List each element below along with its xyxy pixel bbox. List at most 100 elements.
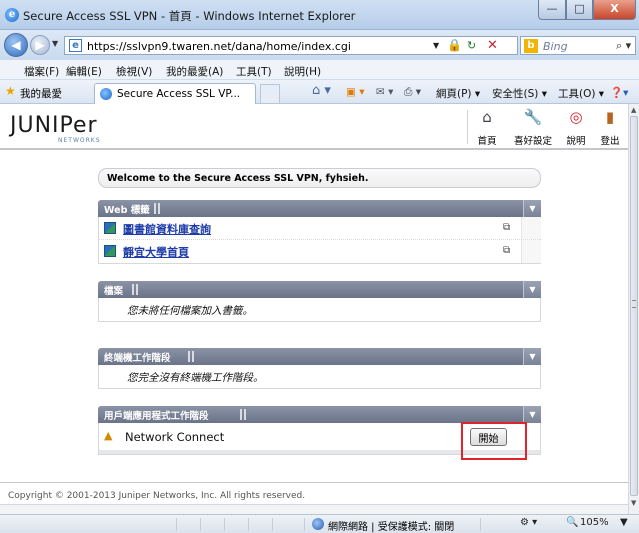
files-empty-text: 您未將任何檔案加入書籤。 <box>127 305 253 317</box>
bookmark-pu-homepage[interactable]: 靜宜大學首頁 <box>123 244 189 260</box>
status-cell <box>176 518 177 531</box>
stop-icon[interactable]: ✕ <box>487 38 498 53</box>
zoom-dropdown-icon[interactable]: ▼ <box>620 517 628 528</box>
zoom-level[interactable]: 105% <box>580 517 609 528</box>
compat-view-icon[interactable]: ⚙ ▾ <box>520 517 537 528</box>
home-link[interactable]: ⌂ 首頁 <box>474 108 500 147</box>
panel-handle-icon <box>240 409 246 420</box>
address-dropdown-icon[interactable]: ▼ <box>433 41 439 50</box>
mail-icon[interactable]: ✉ ▾ <box>376 86 393 98</box>
logout-link[interactable]: ▮ 登出 <box>596 108 624 147</box>
files-panel-body: 您未將任何檔案加入書籤。 <box>98 298 541 322</box>
web-panel-body: 圖書館資料庫查詢 ⧉ 靜宜大學首頁 ⧉ <box>98 217 541 264</box>
feeds-icon[interactable]: ▣ ▾ <box>346 86 365 98</box>
safety-menu[interactable]: 安全性(S) ▾ <box>492 86 547 101</box>
internet-zone-icon <box>312 518 324 530</box>
status-cell <box>480 518 481 531</box>
juniper-logo-sub: NETWORKS <box>58 137 101 144</box>
page-content: JUNIPer NETWORKS ⌂ 首頁 🔧 喜好設定 ◎ 說明 ▮ 登出 W… <box>0 104 628 504</box>
search-input[interactable]: Bing <box>543 40 568 53</box>
list-item: 您未將任何檔案加入書籤。 <box>99 298 540 321</box>
list-item: 靜宜大學首頁 ⧉ <box>99 240 541 263</box>
list-item: 圖書館資料庫查詢 ⧉ <box>99 217 541 240</box>
lock-icon[interactable]: 🔒 <box>447 39 462 52</box>
favorites-star-icon[interactable]: ★ <box>5 84 16 98</box>
client-apps-panel-header: 用戶端應用程式工作階段 ▼ <box>98 406 541 423</box>
terminal-panel-body: 您完全沒有終端機工作階段。 <box>98 365 541 389</box>
files-panel-dropdown[interactable]: ▼ <box>523 281 541 298</box>
browser-tab[interactable]: Secure Access SSL VP... <box>94 83 256 104</box>
close-button[interactable]: X <box>593 0 636 20</box>
print-icon[interactable]: ⎙ ▾ <box>404 86 421 99</box>
security-zone-text[interactable]: 網際網路 | 受保護模式: 關閉 <box>328 518 454 533</box>
network-connect-icon: ▲ <box>104 429 113 442</box>
preferences-link[interactable]: 🔧 喜好設定 <box>510 108 556 147</box>
status-cell <box>248 518 249 531</box>
forward-button[interactable]: ▶ <box>30 35 50 55</box>
ie-icon: e <box>5 8 19 22</box>
logout-door-icon: ▮ <box>605 108 615 126</box>
help-toolbar-icon[interactable]: ❓▾ <box>610 86 628 99</box>
terminal-sessions-panel: 終端機工作階段 ▼ 您完全沒有終端機工作階段。 <box>98 348 541 389</box>
scroll-up-icon[interactable]: ▲ <box>631 106 636 114</box>
page-menu[interactable]: 網頁(P) ▾ <box>436 86 480 101</box>
zoom-icon[interactable]: 🔍 <box>566 517 578 528</box>
search-box[interactable]: b Bing ⌕ ▾ <box>520 36 636 55</box>
home-icon: ⌂ <box>482 108 492 126</box>
refresh-icon[interactable]: ↻ <box>467 39 476 52</box>
url-text[interactable]: https://sslvpn9.twaren.net/dana/home/ind… <box>87 40 351 53</box>
juniper-logo: JUNIPer <box>10 113 98 138</box>
back-button[interactable]: ◀ <box>4 33 28 57</box>
menu-favorites[interactable]: 我的最愛(A) <box>166 64 223 79</box>
menu-file[interactable]: 檔案(F) <box>24 64 59 79</box>
help-label: 說明 <box>566 136 586 147</box>
menu-tools[interactable]: 工具(T) <box>236 64 272 79</box>
terminal-panel-dropdown[interactable]: ▼ <box>523 348 541 365</box>
terminal-panel-header: 終端機工作階段 ▼ <box>98 348 541 365</box>
favorites-bar: ★ 我的最愛 Secure Access SSL VP... ⌂ ▾ ▣ ▾ ✉… <box>0 80 639 104</box>
web-bookmarks-panel: Web 標籤 ▼ 圖書館資料庫查詢 ⧉ 靜宜大學首頁 ⧉ <box>98 200 541 264</box>
tools-menu[interactable]: 工具(O) ▾ <box>558 86 604 101</box>
scroll-grip-icon <box>632 300 636 308</box>
tab-ie-icon <box>100 88 112 100</box>
menu-view[interactable]: 檢視(V) <box>116 64 152 79</box>
vertical-scrollbar[interactable]: ▲ ▼ <box>628 104 639 514</box>
web-bookmark-icon <box>104 222 116 234</box>
client-apps-panel-title: 用戶端應用程式工作階段 <box>104 411 209 422</box>
logout-label: 登出 <box>600 136 620 147</box>
web-panel-dropdown[interactable]: ▼ <box>523 200 541 217</box>
welcome-banner: Welcome to the Secure Access SSL VPN, fy… <box>98 168 541 188</box>
status-cell <box>224 518 225 531</box>
search-icon[interactable]: ⌕ ▾ <box>616 39 631 53</box>
bing-icon: b <box>524 39 538 53</box>
nav-history-dropdown[interactable]: ▼ <box>52 39 58 48</box>
scroll-down-icon[interactable]: ▼ <box>631 499 636 507</box>
client-apps-panel-dropdown[interactable]: ▼ <box>523 406 541 423</box>
web-panel-header: Web 標籤 ▼ <box>98 200 541 217</box>
new-tab-button[interactable] <box>260 84 280 103</box>
address-bar[interactable]: e https://sslvpn9.twaren.net/dana/home/i… <box>64 36 518 55</box>
row-aside <box>521 217 541 239</box>
status-cell <box>272 518 273 531</box>
panel-handle-icon <box>154 203 160 214</box>
maximize-button[interactable]: □ <box>566 0 593 20</box>
panel-handle-icon <box>132 284 138 295</box>
terminal-panel-title: 終端機工作階段 <box>104 353 171 364</box>
help-link[interactable]: ◎ 說明 <box>563 108 589 147</box>
page-icon: e <box>69 39 82 52</box>
bookmark-library-db[interactable]: 圖書館資料庫查詢 <box>123 221 211 237</box>
panel-handle-icon <box>188 351 194 362</box>
files-panel-header: 檔案 ▼ <box>98 281 541 298</box>
open-new-window-icon[interactable]: ⧉ <box>503 222 510 233</box>
horizontal-scrollbar[interactable] <box>0 504 628 514</box>
menu-edit[interactable]: 編輯(E) <box>66 64 102 79</box>
window-titlebar: e Secure Access SSL VPN - 首頁 - Windows I… <box>0 0 639 30</box>
favorites-button[interactable]: 我的最愛 <box>20 86 62 101</box>
open-new-window-icon[interactable]: ⧉ <box>503 245 510 256</box>
header-separator <box>467 110 468 144</box>
menu-help[interactable]: 說明(H) <box>284 64 321 79</box>
network-connect-label: Network Connect <box>125 430 225 444</box>
minimize-button[interactable]: — <box>538 0 566 20</box>
home-toolbar-icon[interactable]: ⌂ ▾ <box>312 83 331 98</box>
help-lifebuoy-icon: ◎ <box>569 108 583 126</box>
